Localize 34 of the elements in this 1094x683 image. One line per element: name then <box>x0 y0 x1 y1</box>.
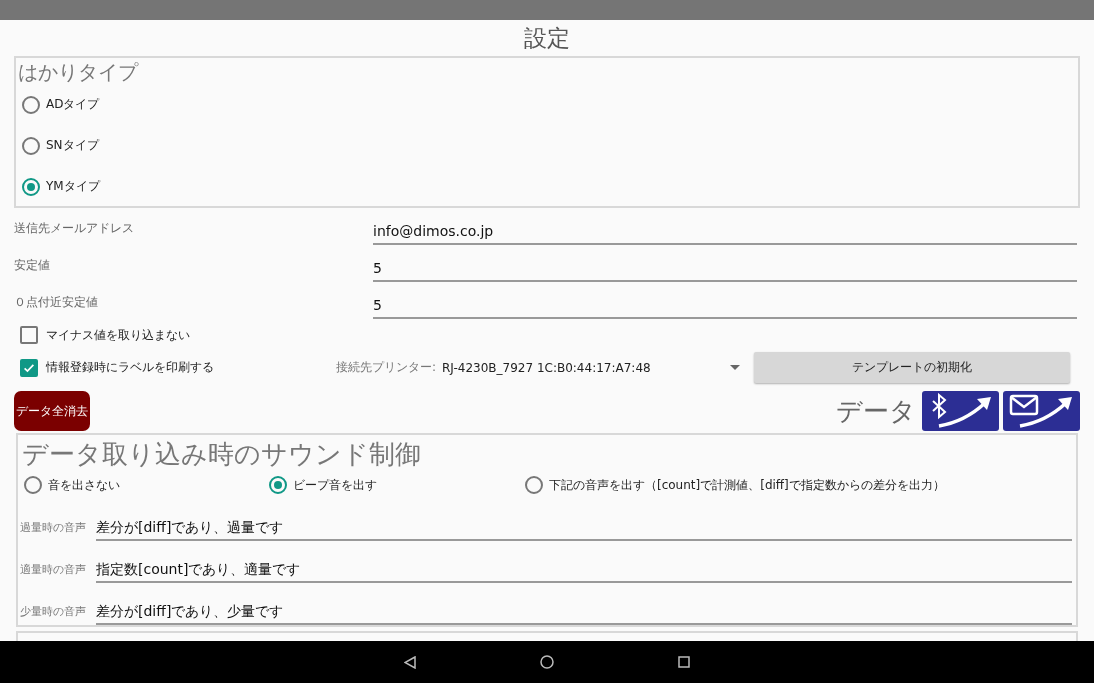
export-label: データ <box>836 394 916 428</box>
input-field[interactable]: 指定数[count]であり、適量です <box>96 562 1072 584</box>
section-heading: データ取り込み時のサウンド制御 <box>21 438 422 472</box>
checkbox-option[interactable]: マイナス値を取り込まない <box>14 326 190 345</box>
template-reset-button[interactable]: テンプレートの初期化 <box>754 352 1070 384</box>
recent-apps-icon[interactable] <box>678 656 690 668</box>
input-field[interactable]: 差分が[diff]であり、過量です <box>96 520 1072 542</box>
field-label: 送信先メールアドレス <box>14 220 135 238</box>
field-label: 適量時の音声 <box>20 562 87 579</box>
field-label: 過量時の音声 <box>20 520 87 537</box>
radio-option[interactable]: YMタイプ <box>18 166 104 207</box>
delete-all-button[interactable]: データ全消去 <box>14 391 90 432</box>
field-label: ０点付近安定値 <box>14 294 99 312</box>
input-field[interactable]: 5 <box>373 297 1077 320</box>
radio-option[interactable]: ビープ音を出す <box>265 476 521 495</box>
radio-option[interactable]: ADタイプ <box>18 84 104 125</box>
back-icon[interactable] <box>404 655 416 669</box>
bluetooth-send-button[interactable] <box>922 391 999 432</box>
radio-option[interactable]: SNタイプ <box>18 125 103 166</box>
input-field[interactable]: 5 <box>373 260 1077 283</box>
field-label: 少量時の音声 <box>20 604 87 621</box>
input-field[interactable]: info@dimos.co.jp <box>373 223 1077 246</box>
field-label: 安定値 <box>14 257 51 275</box>
radio-option[interactable]: 下記の音声を出す（[count]で計測値、[diff]で指定数からの差分を出力） <box>521 476 1072 495</box>
mail-send-button[interactable] <box>1003 391 1080 432</box>
section-heading: はかりタイプ <box>18 60 140 84</box>
printer-dropdown[interactable]: RJ-4230B_7927 1C:B0:44:17:A7:48 <box>442 360 748 375</box>
caret-icon <box>730 364 740 371</box>
radio-option[interactable]: 音を出さない <box>20 476 265 495</box>
input-field[interactable]: 差分が[diff]であり、少量です <box>96 604 1072 626</box>
home-icon[interactable] <box>540 655 554 669</box>
checkbox-option[interactable]: 情報登録時にラベルを印刷する <box>14 358 336 377</box>
printer-label: 接続先プリンター: <box>336 359 438 377</box>
screen-title: 設定 <box>523 24 571 53</box>
